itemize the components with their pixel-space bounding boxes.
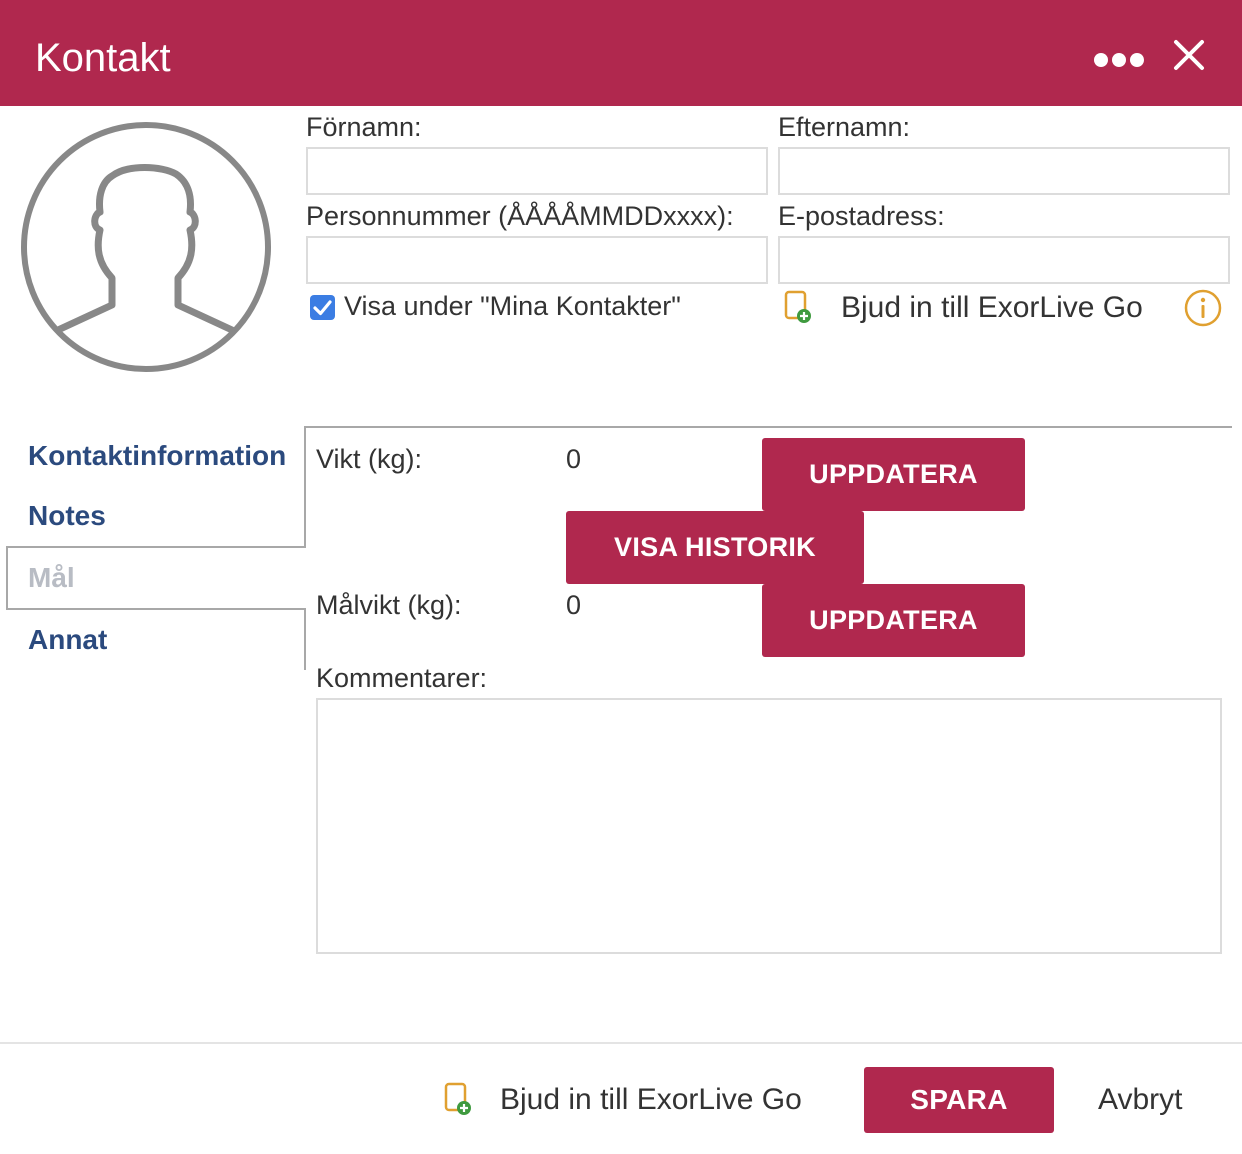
show-in-contacts-label: Visa under "Mina Kontakter"	[344, 291, 681, 321]
invite-device-icon[interactable]	[784, 290, 812, 324]
comments-label: Kommentarer:	[316, 663, 488, 693]
tab-panel-border	[304, 426, 306, 548]
more-dots-icon[interactable]	[1094, 53, 1144, 69]
tab-panel-border	[304, 426, 1232, 428]
email-input[interactable]	[778, 236, 1230, 284]
target-weight-value: 0	[566, 590, 582, 620]
personal-number-input[interactable]	[306, 236, 768, 284]
tab-mal[interactable]: Mål	[28, 561, 75, 595]
personal-number-label: Personnummer (ÅÅÅÅMMDDxxxx):	[306, 201, 734, 231]
show-in-contacts-checkbox[interactable]	[310, 295, 335, 320]
tab-panel-border	[304, 608, 306, 670]
show-history-button[interactable]: VISA HISTORIK	[566, 511, 864, 584]
last-name-label: Efternamn:	[778, 112, 911, 142]
footer-divider	[0, 1042, 1242, 1044]
tab-notes[interactable]: Notes	[28, 499, 106, 533]
cancel-button[interactable]: Avbryt	[1098, 1082, 1182, 1118]
footer-invite-link[interactable]: Bjud in till ExorLive Go	[500, 1082, 802, 1118]
close-icon[interactable]	[1170, 36, 1208, 74]
dialog-title: Kontakt	[35, 36, 171, 80]
email-label: E-postadress:	[778, 201, 945, 231]
invite-link[interactable]: Bjud in till ExorLive Go	[841, 290, 1143, 326]
last-name-input[interactable]	[778, 147, 1230, 195]
dialog-header	[0, 0, 1242, 106]
save-button[interactable]: SPARA	[864, 1067, 1054, 1133]
tab-annat[interactable]: Annat	[28, 623, 107, 657]
info-icon[interactable]	[1183, 288, 1223, 328]
weight-value: 0	[566, 444, 582, 474]
tab-kontaktinformation[interactable]: Kontaktinformation	[28, 439, 286, 473]
target-weight-label: Målvikt (kg):	[316, 590, 462, 620]
update-target-weight-button[interactable]: UPPDATERA	[762, 584, 1025, 657]
first-name-label: Förnamn:	[306, 112, 422, 142]
invite-device-icon[interactable]	[444, 1082, 472, 1116]
user-avatar-icon	[20, 120, 272, 374]
weight-label: Vikt (kg):	[316, 444, 423, 474]
update-weight-button[interactable]: UPPDATERA	[762, 438, 1025, 511]
first-name-input[interactable]	[306, 147, 768, 195]
comments-textarea[interactable]	[316, 698, 1222, 954]
